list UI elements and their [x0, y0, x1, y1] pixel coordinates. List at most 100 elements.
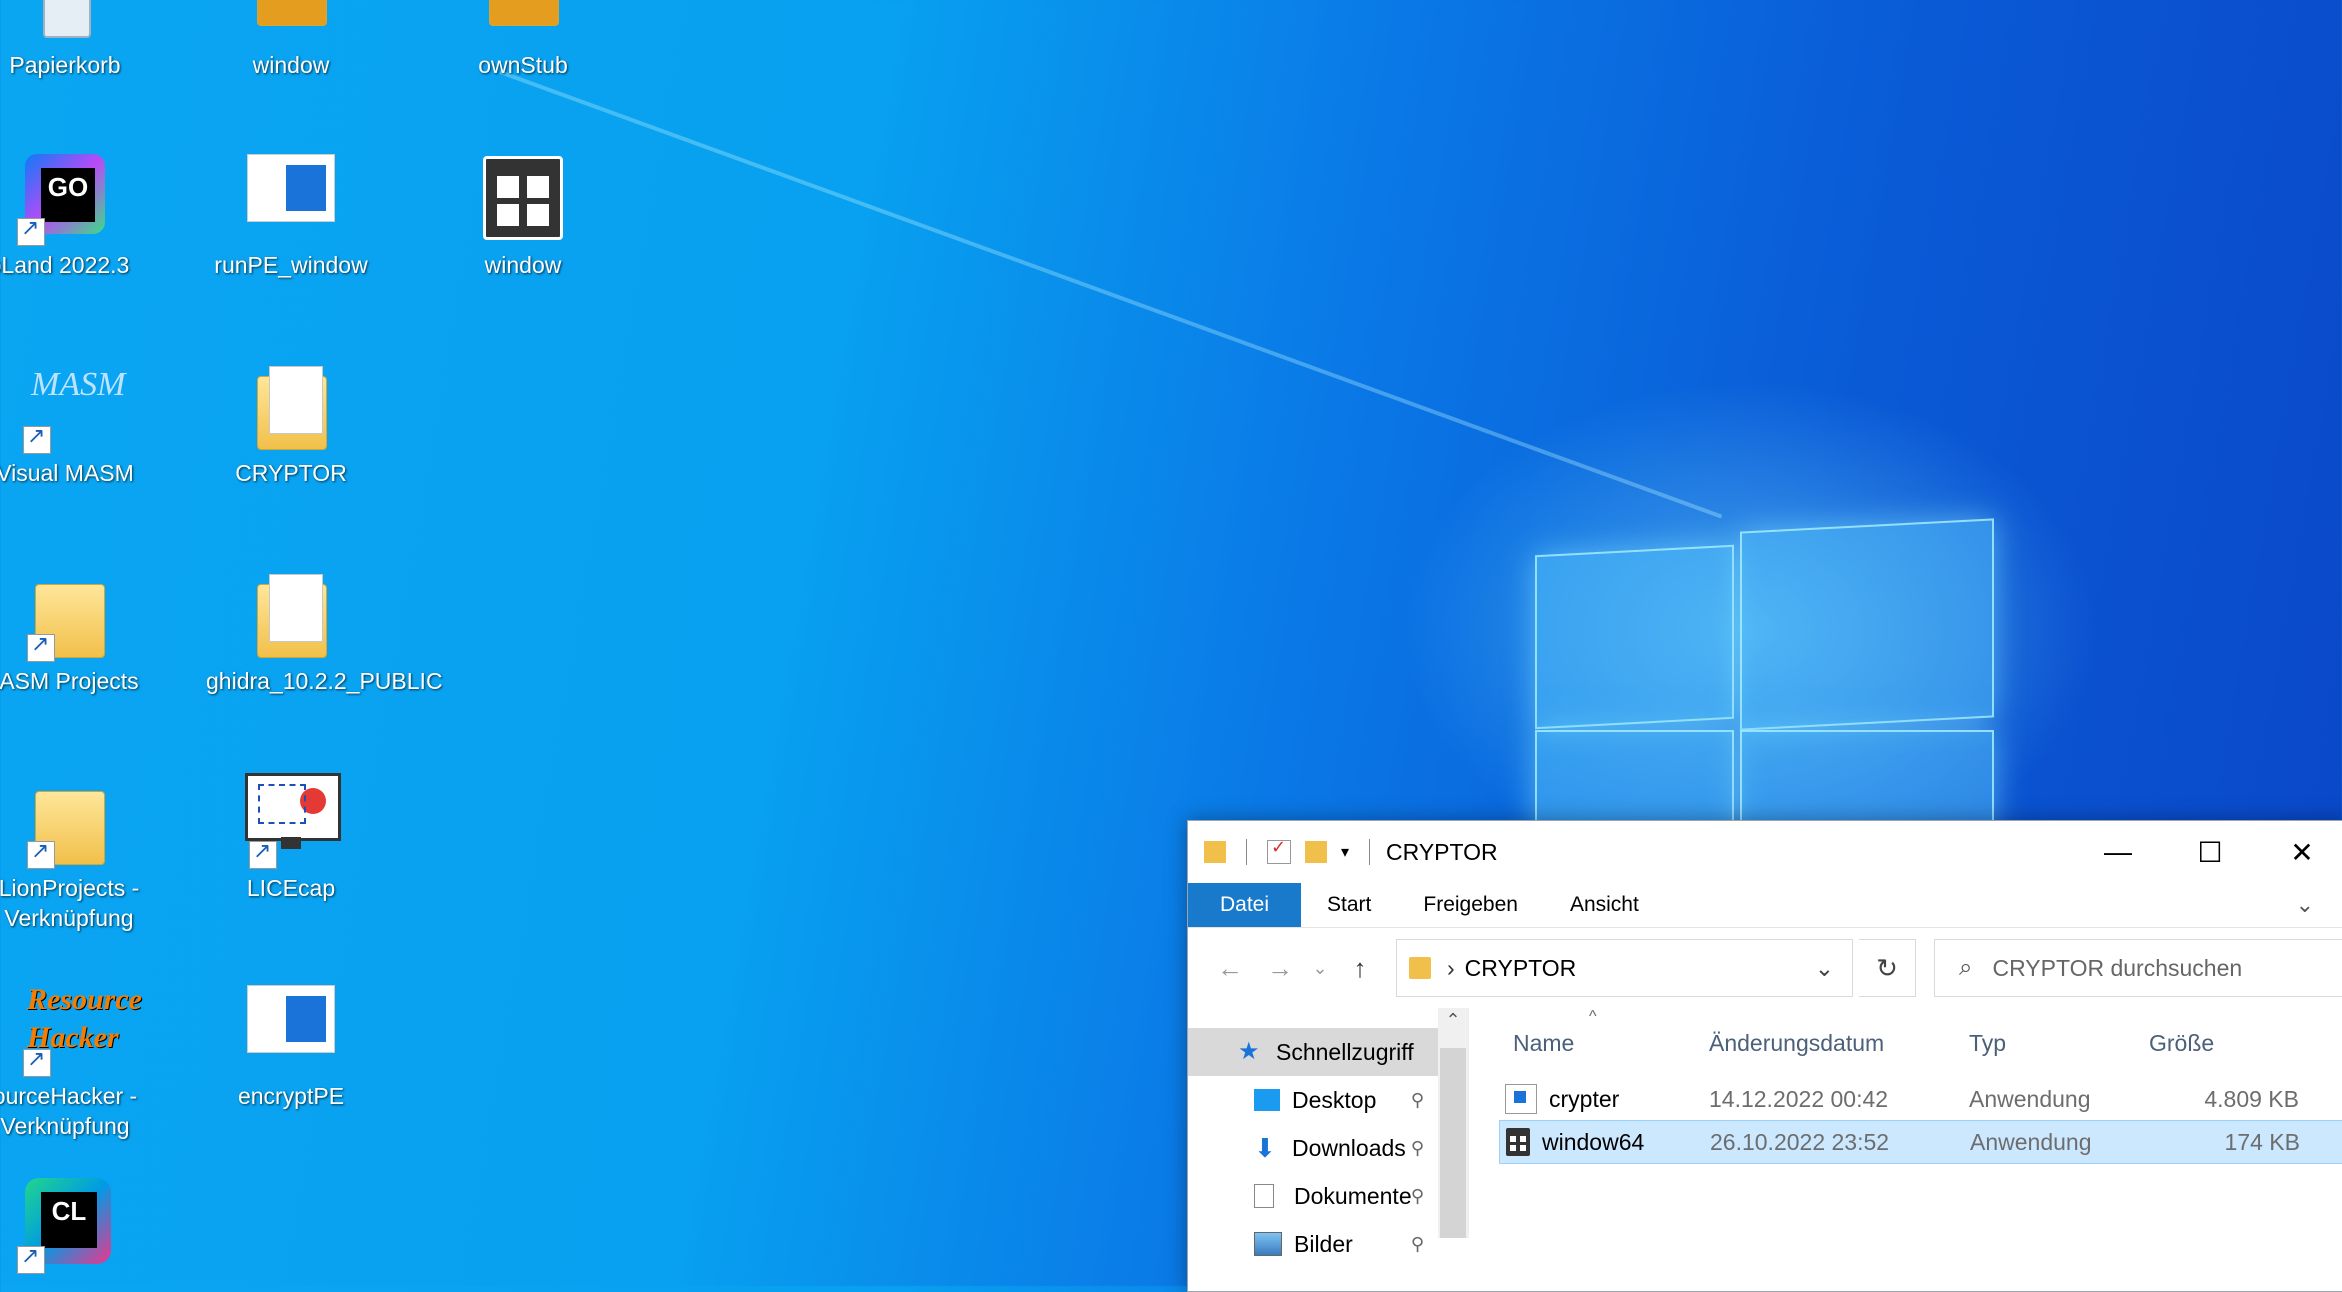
nav-scrollbar[interactable]: ⌃ [1438, 1008, 1468, 1238]
tab-freigeben[interactable]: Freigeben [1397, 883, 1544, 927]
desktop-icon-label: oLand 2022.3 [0, 252, 130, 278]
file-size: 4.809 KB [2204, 1085, 2299, 1112]
file-type: Anwendung [1969, 1085, 2091, 1112]
search-icon: ⌕ [1959, 954, 1973, 981]
desktop-icon-label: ownStub [478, 52, 568, 78]
column-header-type[interactable]: Typ [1969, 1030, 2149, 1057]
desktop-icon-ownstub[interactable]: ownStub [438, 0, 608, 80]
quick-access-toolbar: ✓ ▾ [1188, 837, 1376, 865]
nav-item-label: Desktop [1292, 1086, 1377, 1113]
file-name: crypter [1549, 1085, 1620, 1112]
pin-icon: ⚲ [1410, 1089, 1424, 1110]
tab-ansicht[interactable]: Ansicht [1544, 883, 1665, 927]
ribbon-expand-icon[interactable]: ⌄ [2296, 892, 2314, 918]
window-title: CRYPTOR [1386, 838, 1498, 865]
folder-icon [1204, 841, 1226, 863]
file-name: window64 [1542, 1128, 1645, 1155]
breadcrumb-cryptor[interactable]: CRYPTOR [1465, 955, 1815, 982]
folder-icon [257, 0, 327, 26]
close-button[interactable]: ✕ [2256, 821, 2342, 883]
desktop-icon-goland[interactable]: GO oLand 2022.3 [0, 150, 144, 280]
shortcut-arrow-icon [23, 1046, 51, 1077]
desktop-icon-window-app[interactable]: window [438, 140, 608, 280]
file-list: ^ Name Änderungsdatum Typ Größe crypter … [1469, 1008, 2342, 1238]
recycle-bin-icon [43, 0, 91, 38]
desktop-icon-label: encryptPE [237, 1083, 345, 1109]
nav-item-quick-access[interactable]: ★ Schnellzugriff [1188, 1028, 1438, 1076]
ribbon-tabs: Datei Start Freigeben Ansicht ⌄ [1188, 883, 2342, 928]
nav-item-label: Schnellzugriff [1276, 1038, 1414, 1065]
desktop-icon-window-folder[interactable]: window [206, 0, 376, 80]
desktop-icon-clion[interactable]: CL [0, 1178, 144, 1274]
address-bar[interactable]: › CRYPTOR ⌄ [1396, 939, 1853, 997]
nav-item-pictures[interactable]: Bilder ⚲ [1188, 1220, 1468, 1268]
minimize-button[interactable]: — [2072, 821, 2164, 883]
column-header-size[interactable]: Größe [2149, 1030, 2299, 1057]
column-header-date[interactable]: Änderungsdatum [1709, 1030, 1969, 1057]
nav-item-desktop[interactable]: Desktop ⚲ [1188, 1076, 1468, 1124]
scroll-up-icon[interactable]: ⌃ [1438, 1010, 1468, 1031]
nav-item-label: Downloads [1292, 1134, 1406, 1161]
desktop-icon-label: ourceHacker - Verknüpfung [0, 1083, 138, 1139]
file-row-crypter[interactable]: crypter 14.12.2022 00:42 Anwendung 4.809… [1499, 1078, 2342, 1120]
address-dropdown-icon[interactable]: ⌄ [1815, 955, 1834, 982]
nav-item-documents[interactable]: Dokumente ⚲ [1188, 1172, 1468, 1220]
shortcut-arrow-icon [249, 838, 277, 869]
folder-icon [1409, 957, 1431, 979]
shortcut-arrow-icon [17, 215, 45, 246]
desktop-icon-label: LICEcap [246, 875, 336, 901]
search-box[interactable]: ⌕ CRYPTOR durchsuchen [1934, 939, 2342, 997]
desktop-icon-label: ghidra_10.2.2_PUBLIC [206, 668, 443, 694]
wallpaper-beam [499, 70, 1723, 519]
desktop-icon-label: Visual MASM [0, 460, 134, 486]
document-icon [1254, 1184, 1274, 1208]
desktop-icon-recycle-bin[interactable]: Papierkorb [0, 0, 150, 80]
desktop-icon-ghidra[interactable]: ghidra_10.2.2_PUBLIC [206, 566, 443, 696]
tab-datei[interactable]: Datei [1188, 883, 1302, 927]
desktop-icon-asm-projects[interactable]: ASM Projects [0, 566, 154, 696]
desktop-icon-label: CRYPTOR [235, 460, 347, 486]
maximize-button[interactable]: ☐ [2164, 821, 2256, 883]
refresh-button[interactable]: ↻ [1859, 939, 1916, 997]
licecap-icon [245, 773, 341, 841]
new-folder-icon[interactable] [1305, 841, 1327, 863]
customize-toolbar-icon[interactable]: ▾ [1341, 842, 1349, 862]
nav-item-label: Dokumente [1294, 1182, 1412, 1209]
desktop-icon-visual-masm[interactable]: MASM Visual MASM [0, 358, 150, 488]
desktop-icon-label: Papierkorb [9, 52, 121, 78]
folder-icon [489, 0, 559, 26]
search-input[interactable]: CRYPTOR durchsuchen [1992, 955, 2242, 982]
file-explorer-window[interactable]: ✓ ▾ CRYPTOR — ☐ ✕ Datei Start Freigeben … [1187, 820, 2342, 1292]
scroll-thumb[interactable] [1440, 1048, 1466, 1238]
nav-item-label: Bilder [1294, 1230, 1353, 1257]
file-size: 174 KB [2224, 1128, 2300, 1155]
desktop-icon-label: runPE_window [214, 252, 368, 278]
file-row-window64[interactable]: window64 26.10.2022 23:52 Anwendung 174 … [1499, 1120, 2342, 1164]
desktop-icon-label: window [484, 252, 562, 278]
desktop-icon-clion-projects[interactable]: LionProjects - Verknüpfung [0, 773, 154, 933]
back-button[interactable]: ← [1208, 953, 1252, 984]
nav-item-downloads[interactable]: ⬇ Downloads ⚲ [1188, 1124, 1468, 1172]
title-bar[interactable]: ✓ ▾ CRYPTOR — ☐ ✕ [1188, 821, 2342, 883]
windows-logo [1535, 485, 2000, 834]
application-window-icon [247, 985, 335, 1053]
pin-icon: ⚲ [1410, 1185, 1424, 1206]
application-icon [1505, 1084, 1537, 1114]
desktop-icon-cryptor[interactable]: CRYPTOR [206, 358, 376, 488]
column-header-name[interactable]: Name [1513, 1030, 1709, 1057]
recent-locations-button[interactable]: ⌄ [1308, 958, 1332, 979]
desktop-icon-label: LionProjects - Verknüpfung [0, 875, 140, 931]
desktop-icon-licecap[interactable]: LICEcap [206, 773, 376, 903]
file-type: Anwendung [1970, 1128, 2092, 1155]
properties-icon[interactable]: ✓ [1267, 837, 1291, 864]
up-button[interactable]: ↑ [1338, 953, 1382, 984]
desktop-icon [1254, 1089, 1280, 1111]
tab-start[interactable]: Start [1301, 883, 1397, 927]
desktop-icon-runpe-window[interactable]: runPE_window [206, 150, 376, 280]
desktop-icon-resource-hacker[interactable]: Resource Hacker ourceHacker - Verknüpfun… [0, 981, 150, 1141]
shortcut-arrow-icon [27, 838, 55, 869]
desktop-icon-label: window [252, 52, 330, 78]
forward-button[interactable]: → [1258, 953, 1302, 984]
gift-box-icon [483, 140, 563, 240]
desktop-icon-encryptpe[interactable]: encryptPE [206, 981, 376, 1111]
